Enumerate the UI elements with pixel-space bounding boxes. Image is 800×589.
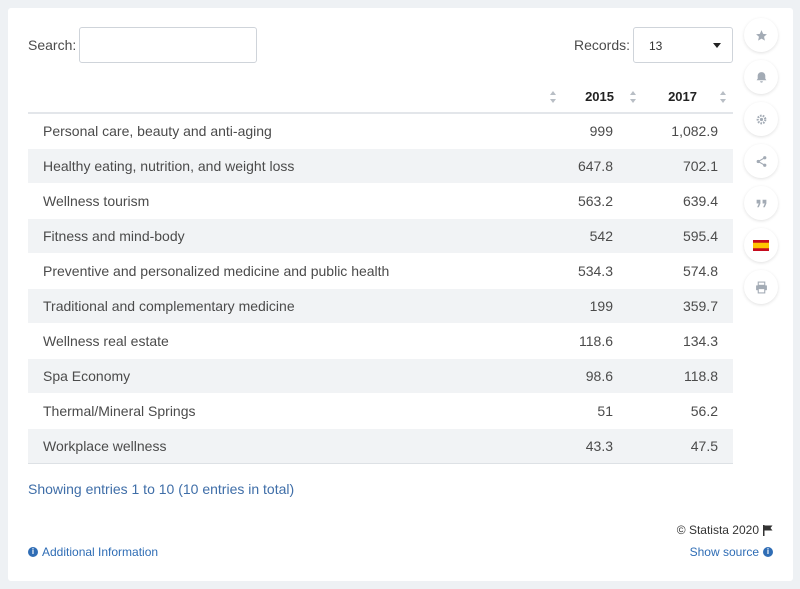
info-icon: i <box>763 547 773 557</box>
print-button[interactable] <box>744 270 778 304</box>
spain-flag-icon <box>753 239 769 251</box>
table-row: Fitness and mind-body 542 595.4 <box>28 217 733 253</box>
row-value-2017: 1,082.9 <box>645 112 733 148</box>
caret-down-icon <box>713 43 721 48</box>
flag-icon <box>763 524 773 536</box>
row-value-2015: 647.8 <box>559 147 645 183</box>
row-value-2017: 574.8 <box>645 252 733 288</box>
sort-icon <box>720 91 727 103</box>
table-row: Thermal/Mineral Springs 51 56.2 <box>28 392 733 428</box>
language-button[interactable] <box>744 228 778 262</box>
row-value-2017: 118.8 <box>645 357 733 393</box>
row-value-2015: 98.6 <box>559 357 645 393</box>
show-source-link[interactable]: Show source i <box>690 545 773 559</box>
row-category: Workplace wellness <box>28 427 559 464</box>
table-row: Workplace wellness 43.3 47.5 <box>28 427 733 464</box>
row-value-2017: 595.4 <box>645 217 733 253</box>
copyright-text: © Statista 2020 <box>676 523 759 537</box>
quote-icon <box>756 199 766 207</box>
row-value-2017: 47.5 <box>645 427 733 464</box>
sort-icon <box>550 91 557 103</box>
row-value-2015: 999 <box>559 112 645 148</box>
row-category: Personal care, beauty and anti-aging <box>28 112 559 148</box>
column-header-2017[interactable]: 2017 <box>645 80 733 114</box>
row-value-2017: 359.7 <box>645 287 733 323</box>
records-select[interactable]: 13 <box>633 27 733 63</box>
row-value-2015: 118.6 <box>559 322 645 358</box>
table-row: Preventive and personalized medicine and… <box>28 252 733 288</box>
row-category: Fitness and mind-body <box>28 217 559 253</box>
sort-icon <box>630 91 637 103</box>
table-row: Healthy eating, nutrition, and weight lo… <box>28 147 733 183</box>
additional-information-label: Additional Information <box>42 545 159 559</box>
row-category: Spa Economy <box>28 357 559 393</box>
entries-summary: Showing entries 1 to 10 (10 entries in t… <box>28 481 295 497</box>
additional-information-link[interactable]: i Additional Information <box>28 545 158 559</box>
info-icon: i <box>28 547 38 557</box>
row-value-2017: 702.1 <box>645 147 733 183</box>
row-value-2015: 199 <box>559 287 645 323</box>
copyright[interactable]: © Statista 2020 <box>677 523 773 537</box>
row-value-2015: 542 <box>559 217 645 253</box>
table-header-row: 2015 2017 <box>28 80 733 114</box>
row-value-2015: 51 <box>559 392 645 428</box>
star-icon <box>755 29 767 41</box>
share-icon <box>756 155 766 167</box>
column-header-category[interactable] <box>28 80 559 114</box>
table-row: Wellness tourism 563.2 639.4 <box>28 182 733 218</box>
table-row: Spa Economy 98.6 118.8 <box>28 357 733 393</box>
settings-button[interactable] <box>744 102 778 136</box>
row-value-2015: 43.3 <box>559 427 645 464</box>
print-icon <box>755 281 767 293</box>
search-input[interactable] <box>79 27 257 63</box>
row-value-2017: 56.2 <box>645 392 733 428</box>
data-table: 2015 2017 Personal care, beauty and anti… <box>28 80 733 464</box>
records-label: Records: <box>574 37 631 53</box>
row-category: Wellness real estate <box>28 322 559 358</box>
row-category: Healthy eating, nutrition, and weight lo… <box>28 147 559 183</box>
records-value: 13 <box>649 39 663 53</box>
favorite-button[interactable] <box>744 18 778 52</box>
table-row: Traditional and complementary medicine 19… <box>28 287 733 323</box>
row-value-2015: 563.2 <box>559 182 645 218</box>
share-button[interactable] <box>744 144 778 178</box>
gear-icon <box>756 114 766 124</box>
column-header-2015[interactable]: 2015 <box>559 80 645 114</box>
statistics-card: Search: Records: 13 2015 2017 Personal c… <box>8 8 793 581</box>
show-source-label: Show source <box>689 545 759 559</box>
search-label: Search: <box>28 37 77 53</box>
row-value-2017: 639.4 <box>645 182 733 218</box>
action-sidebar <box>744 18 778 312</box>
row-category: Traditional and complementary medicine <box>28 287 559 323</box>
row-category: Wellness tourism <box>28 182 559 218</box>
row-category: Preventive and personalized medicine and… <box>28 252 559 288</box>
notification-button[interactable] <box>744 60 778 94</box>
table-row: Wellness real estate 118.6 134.3 <box>28 322 733 358</box>
row-value-2015: 534.3 <box>559 252 645 288</box>
cite-button[interactable] <box>744 186 778 220</box>
table-row: Personal care, beauty and anti-aging 999 1… <box>28 112 733 148</box>
row-value-2017: 134.3 <box>645 322 733 358</box>
bell-icon <box>756 71 766 83</box>
row-category: Thermal/Mineral Springs <box>28 392 559 428</box>
